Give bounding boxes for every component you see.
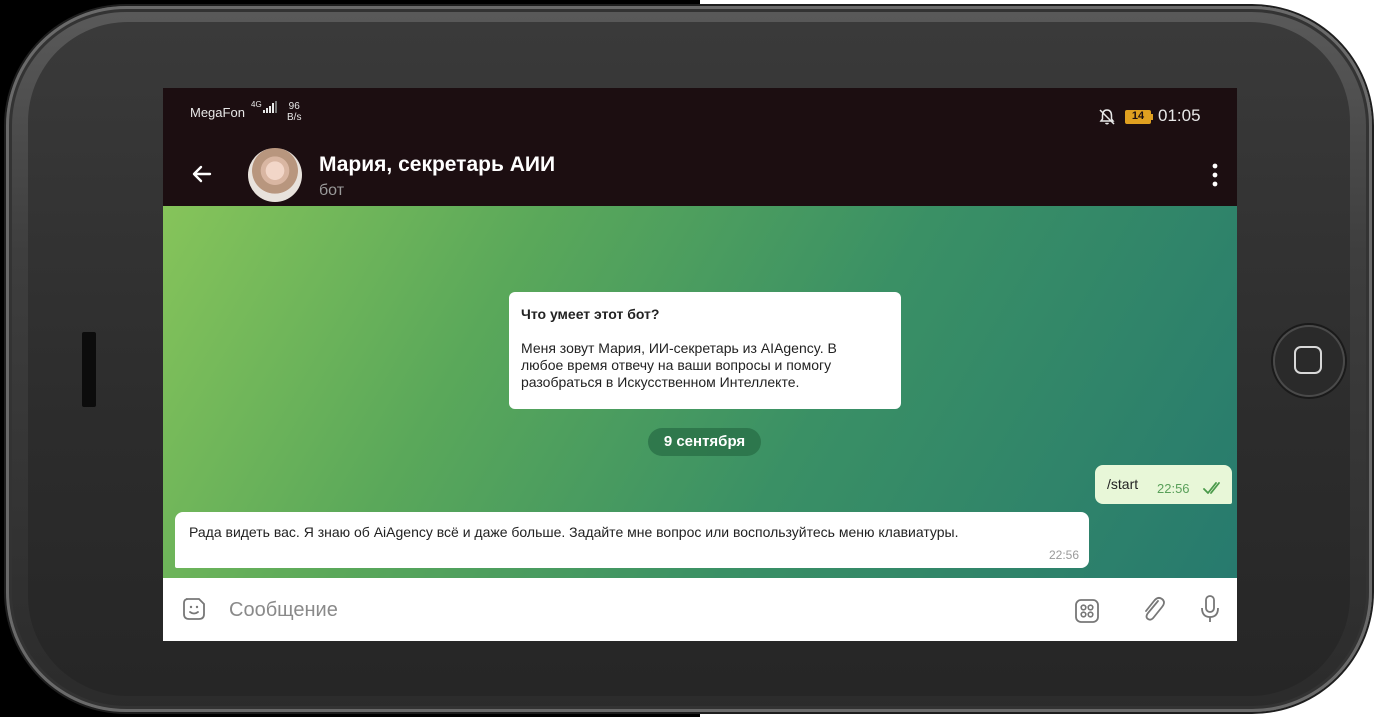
chat-area[interactable]: Что умеет этот бот? Меня зовут Мария, ИИ… xyxy=(163,206,1237,578)
chat-subtitle: бот xyxy=(319,182,345,199)
chat-header: Мария, секретарь АИИ бот xyxy=(163,143,1237,206)
home-square-icon xyxy=(1294,346,1322,374)
message-time: 22:56 xyxy=(1048,548,1079,562)
bot-info-card: Что умеет этот бот? Меня зовут Мария, ИИ… xyxy=(509,292,901,409)
signal-icon xyxy=(263,101,277,113)
battery-level: 14 xyxy=(1125,110,1151,124)
bell-off-icon xyxy=(1099,109,1115,125)
bot-info-text: Меня зовут Мария, ИИ-секретарь из AIAgen… xyxy=(521,340,837,390)
back-arrow-icon[interactable] xyxy=(190,162,214,186)
chat-title[interactable]: Мария, секретарь АИИ xyxy=(319,153,555,177)
battery-tip xyxy=(1151,114,1153,120)
phone-speaker xyxy=(82,332,96,407)
sticker-icon[interactable] xyxy=(182,597,206,621)
phone-screen: MegaFon 4G 96 B/s 14 01:05 Мария, секрет… xyxy=(163,88,1237,641)
double-check-icon xyxy=(1203,482,1220,494)
status-bar: MegaFon 4G 96 B/s 14 01:05 xyxy=(163,88,1237,143)
network-speed: 96 B/s xyxy=(287,101,301,123)
date-separator: 9 сентября xyxy=(648,428,761,456)
message-text: /start xyxy=(1107,476,1139,492)
speed-value: 96 xyxy=(288,101,300,112)
network-type: 4G xyxy=(251,100,262,109)
incoming-message[interactable]: Рада видеть вас. Я знаю об AiAgency всё … xyxy=(175,512,1089,568)
keyboard-icon[interactable] xyxy=(1074,598,1100,624)
input-bar xyxy=(163,578,1237,641)
more-vertical-icon[interactable] xyxy=(1207,162,1223,188)
message-text: Рада видеть вас. Я знаю об AiAgency всё … xyxy=(189,524,959,540)
attach-icon[interactable] xyxy=(1139,594,1167,624)
bot-info-title: Что умеет этот бот? xyxy=(521,306,660,322)
clock: 01:05 xyxy=(1158,106,1201,125)
carrier-name: MegaFon xyxy=(190,105,245,120)
message-input[interactable] xyxy=(227,592,1051,628)
speed-unit: B/s xyxy=(287,112,302,123)
message-time: 22:56 xyxy=(1157,481,1190,496)
outgoing-message[interactable]: /start 22:56 xyxy=(1095,465,1232,504)
mic-icon[interactable] xyxy=(1199,594,1221,624)
avatar[interactable] xyxy=(248,148,302,202)
